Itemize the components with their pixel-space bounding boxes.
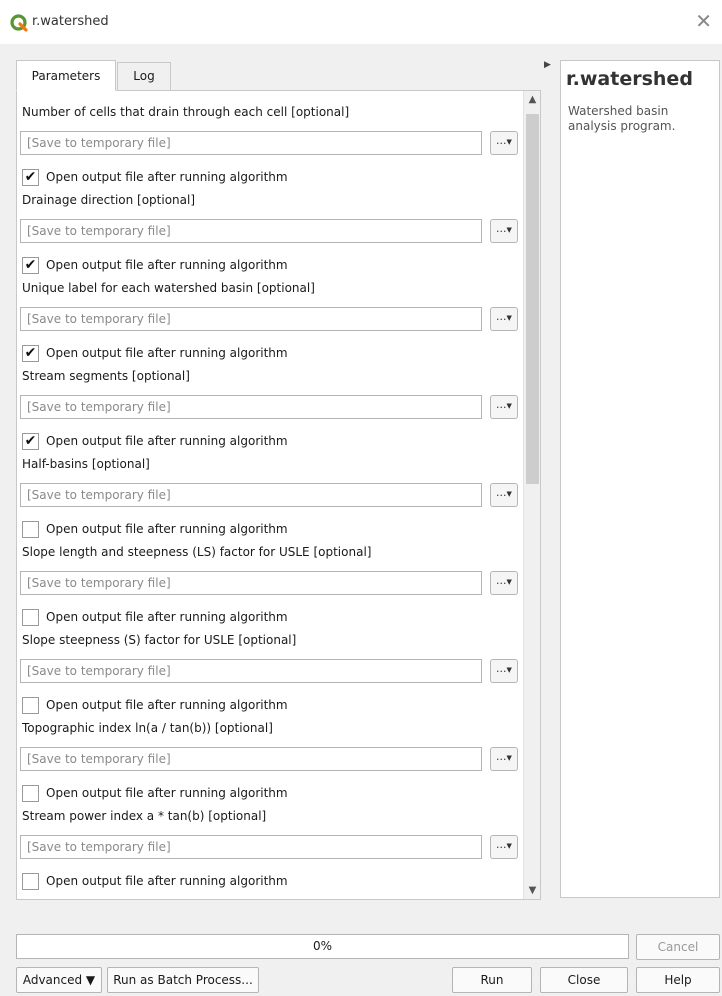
browse-button[interactable]: ...▼ [490, 131, 518, 155]
close-button[interactable]: Close [540, 967, 628, 993]
output-file-field[interactable]: [Save to temporary file] [20, 835, 482, 859]
browse-label: ... [496, 574, 507, 587]
output-file-field[interactable]: [Save to temporary file] [20, 131, 482, 155]
help-title: r.watershed [566, 68, 693, 90]
open-output-label: Open output file after running algorithm [46, 698, 288, 712]
scroll-down-icon[interactable]: ▼ [524, 882, 540, 899]
output-label: Unique label for each watershed basin [o… [22, 281, 315, 295]
vertical-scrollbar[interactable]: ▲ ▼ [523, 91, 540, 899]
browse-button[interactable]: ...▼ [490, 747, 518, 771]
output-label: Drainage direction [optional] [22, 193, 196, 207]
open-output-checkbox[interactable]: ✔ [22, 433, 39, 450]
dropdown-arrow-icon: ▼ [506, 842, 512, 850]
progress-bar: 0% [16, 934, 629, 959]
browse-label: ... [496, 398, 507, 411]
browse-button[interactable]: ...▼ [490, 307, 518, 331]
dropdown-arrow-icon: ▼ [506, 754, 512, 762]
browse-button[interactable]: ...▼ [490, 219, 518, 243]
collapse-arrow-icon[interactable]: ▶ [544, 60, 551, 70]
output-file-field[interactable]: [Save to temporary file] [20, 219, 482, 243]
output-file-field[interactable]: [Save to temporary file] [20, 483, 482, 507]
dropdown-arrow-icon: ▼ [506, 490, 512, 498]
title-bar: r.watershed ✕ [0, 0, 722, 44]
open-output-label: Open output file after running algorithm [46, 170, 288, 184]
output-label: Slope length and steepness (LS) factor f… [22, 545, 372, 559]
dropdown-arrow-icon: ▼ [506, 402, 512, 410]
open-output-checkbox[interactable] [22, 697, 39, 714]
dropdown-arrow-icon: ▼ [506, 578, 512, 586]
dropdown-arrow-icon: ▼ [506, 666, 512, 674]
scroll-up-icon[interactable]: ▲ [524, 91, 540, 108]
browse-button[interactable]: ...▼ [490, 659, 518, 683]
open-output-checkbox[interactable] [22, 609, 39, 626]
browse-label: ... [496, 486, 507, 499]
open-output-checkbox[interactable]: ✔ [22, 257, 39, 274]
progress-text: 0% [312, 939, 333, 953]
checkmark-icon: ✔ [24, 433, 37, 449]
checkmark-icon: ✔ [24, 169, 37, 185]
help-button[interactable]: Help [636, 967, 720, 993]
output-label: Slope steepness (S) factor for USLE [opt… [22, 633, 297, 647]
scrollbar-thumb[interactable] [526, 114, 539, 484]
open-output-checkbox[interactable] [22, 873, 39, 890]
browse-button[interactable]: ...▼ [490, 571, 518, 595]
browse-label: ... [496, 662, 507, 675]
open-output-label: Open output file after running algorithm [46, 522, 288, 536]
output-file-field[interactable]: [Save to temporary file] [20, 747, 482, 771]
help-panel: r.watershed Watershed basin analysis pro… [560, 60, 720, 898]
checkmark-icon: ✔ [24, 345, 37, 361]
open-output-label: Open output file after running algorithm [46, 434, 288, 448]
dropdown-arrow-icon: ▼ [506, 138, 512, 146]
output-label: Topographic index ln(a / tan(b)) [option… [22, 721, 273, 735]
open-output-checkbox[interactable]: ✔ [22, 345, 39, 362]
browse-button[interactable]: ...▼ [490, 483, 518, 507]
open-output-label: Open output file after running algorithm [46, 874, 288, 888]
browse-label: ... [496, 310, 507, 323]
browse-label: ... [496, 838, 507, 851]
tab-parameters[interactable]: Parameters [16, 60, 116, 91]
open-output-label: Open output file after running algorithm [46, 610, 288, 624]
qgis-logo-icon [10, 14, 28, 32]
close-icon[interactable]: ✕ [695, 11, 712, 31]
parameters-panel: Number of cells that drain through each … [16, 90, 541, 900]
output-file-field[interactable]: [Save to temporary file] [20, 571, 482, 595]
open-output-label: Open output file after running algorithm [46, 346, 288, 360]
output-file-field[interactable]: [Save to temporary file] [20, 307, 482, 331]
dropdown-arrow-icon: ▼ [506, 314, 512, 322]
output-file-field[interactable]: [Save to temporary file] [20, 395, 482, 419]
browse-label: ... [496, 222, 507, 235]
window-title: r.watershed [32, 14, 109, 29]
browse-button[interactable]: ...▼ [490, 395, 518, 419]
open-output-checkbox[interactable] [22, 521, 39, 538]
tab-log[interactable]: Log [117, 62, 171, 91]
browse-label: ... [496, 134, 507, 147]
open-output-label: Open output file after running algorithm [46, 786, 288, 800]
output-label: Half-basins [optional] [22, 457, 150, 471]
output-label: Stream segments [optional] [22, 369, 190, 383]
open-output-checkbox[interactable]: ✔ [22, 169, 39, 186]
open-output-checkbox[interactable] [22, 785, 39, 802]
output-label: Number of cells that drain through each … [22, 105, 350, 119]
help-description: Watershed basin analysis program. [568, 104, 676, 133]
run-batch-button[interactable]: Run as Batch Process... [107, 967, 259, 993]
run-button[interactable]: Run [452, 967, 532, 993]
output-label: Stream power index a * tan(b) [optional] [22, 809, 267, 823]
browse-button[interactable]: ...▼ [490, 835, 518, 859]
checkmark-icon: ✔ [24, 257, 37, 273]
cancel-button[interactable]: Cancel [636, 934, 720, 960]
dropdown-arrow-icon: ▼ [506, 226, 512, 234]
browse-label: ... [496, 750, 507, 763]
advanced-dropdown-button[interactable]: Advanced ▼ [16, 967, 102, 993]
open-output-label: Open output file after running algorithm [46, 258, 288, 272]
output-file-field[interactable]: [Save to temporary file] [20, 659, 482, 683]
